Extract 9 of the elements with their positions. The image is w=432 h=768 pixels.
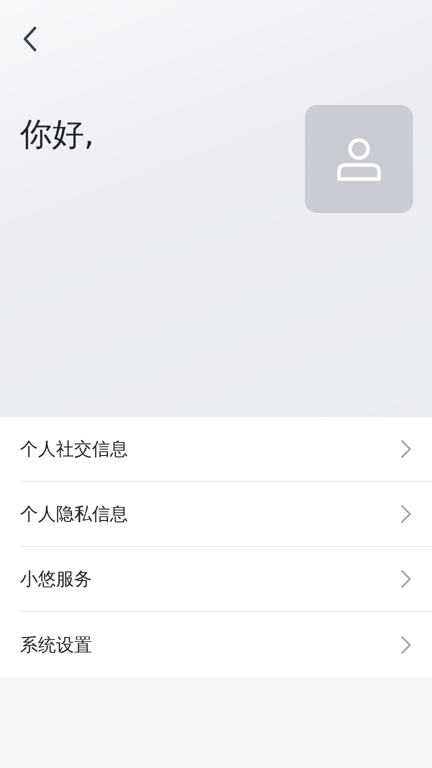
menu-item[interactable]: 个人隐私信息 <box>20 482 432 547</box>
greeting-text: 你好, <box>20 114 94 155</box>
chevron-right-icon <box>400 504 412 524</box>
menu-item[interactable]: 个人社交信息 <box>20 417 432 482</box>
menu-item[interactable]: 小悠服务 <box>20 547 432 612</box>
menu-item[interactable]: 系统设置 <box>20 612 432 678</box>
chevron-right-icon <box>400 635 412 655</box>
chevron-right-icon <box>400 439 412 459</box>
chevron-right-icon <box>400 569 412 589</box>
